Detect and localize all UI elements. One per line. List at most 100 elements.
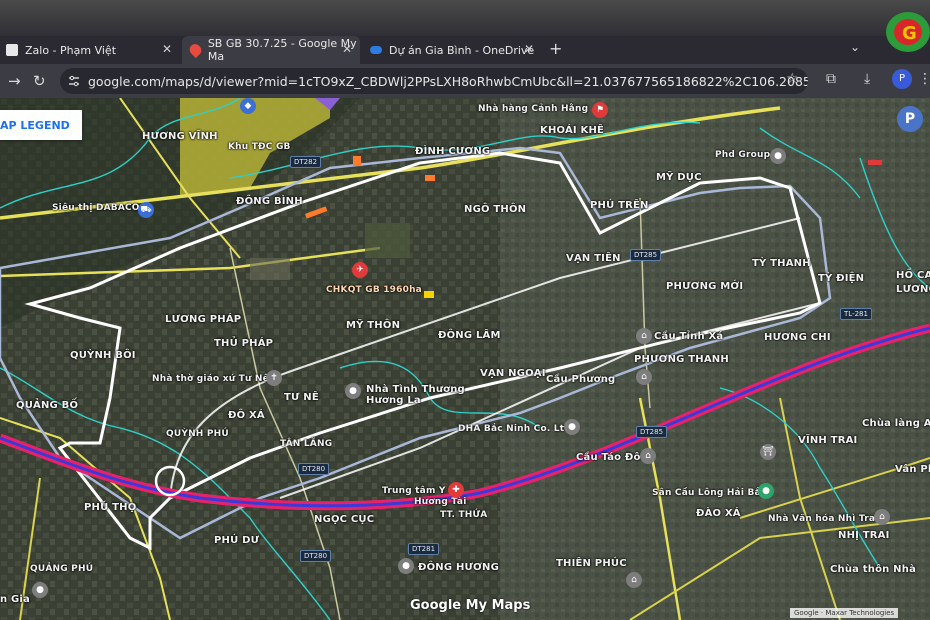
map-viewport[interactable]: AP LEGEND P HƯƠNG VĨNH Khu TĐC GB ĐÌNH C… [0,98,930,620]
new-tab-button[interactable]: + [549,39,562,58]
svg-text:G: G [902,23,917,44]
close-icon[interactable]: ✕ [342,42,352,56]
map-label: Cầu Phương [546,374,616,385]
google-my-maps-logo: Google My Maps [410,598,531,613]
road-shield: DT281 [408,543,440,555]
map-label: Vân Ph [895,464,930,475]
road-shield: DT285 [636,426,668,438]
map-label: Sân Cầu Lông Hải Bắc [652,488,767,498]
map-label: ĐÔNG LÂM [438,330,501,341]
restaurant-icon[interactable]: ⚑ [592,102,608,118]
map-label: TÂN LÃNG [280,439,333,449]
church-icon[interactable]: ✝ [266,370,282,386]
road-shield: TL-281 [840,308,872,320]
map-label: PHÚ TRÊN [590,200,649,211]
landmark-icon[interactable]: ⌂ [626,572,642,588]
landmark-icon[interactable]: ⌂ [636,369,652,385]
map-label: ĐÌNH CƯƠNG [415,146,491,157]
profile-avatar[interactable]: P [892,69,912,89]
zalo-icon [6,44,18,56]
url-text: google.com/maps/d/viewer?mid=1cTO9xZ_CBD… [88,73,808,89]
temple-icon[interactable]: ⛩ [760,444,776,460]
map-label: Khu TĐC GB [228,142,291,152]
map-label: DHA Bắc Ninh Co. Ltd [458,424,571,434]
tab-google-my-maps[interactable]: SB GB 30.7.25 - Google My Ma ✕ [182,36,360,64]
map-pin-icon[interactable]: ● [345,383,361,399]
reload-icon[interactable]: ↻ [33,72,46,90]
map-label: PHÚ THỌ [84,502,137,513]
site-settings-icon[interactable] [68,75,80,87]
tab-label: Dự án Gia Bình - OneDrive [389,43,535,57]
tab-search-icon[interactable]: ⌄ [850,40,860,54]
tab-onedrive[interactable]: Dự án Gia Bình - OneDrive ✕ [362,36,542,64]
map-label: THỦ PHÁP [214,338,274,349]
map-label: NGỌC CỤC [314,514,375,525]
back-icon[interactable]: → [8,72,21,90]
map-label: ĐÀO XÁ [696,508,741,519]
screenshot: Zalo - Phạm Việt ✕ SB GB 30.7.25 - Googl… [0,0,930,620]
map-label: HỒ CA [896,270,930,281]
sports-icon[interactable]: ● [758,483,774,499]
map-label: HƯƠNG CHI [764,332,831,343]
map-pin-icon[interactable]: ● [770,148,786,164]
bookmark-star-icon[interactable]: ☆ [786,71,799,87]
map-pin-icon[interactable]: ● [32,582,48,598]
map-label: Nhà Văn hóa Nhì Trai [768,514,879,524]
map-label: Siêu thị DABACO [52,203,140,213]
channel-logo: G [886,12,930,52]
menu-icon[interactable]: ⋮ [918,71,930,87]
landmark-icon[interactable]: ⌂ [640,448,656,464]
map-label: CHKQT GB 1960ha [326,285,422,295]
map-label: PHƯƠNG THANH [634,354,729,365]
map-pin-icon[interactable]: ● [564,419,580,435]
map-label: Chùa thôn Nhà [830,564,917,575]
map-label: HƯƠNG VĨNH [142,131,218,142]
map-legend-button[interactable]: AP LEGEND [0,110,82,140]
map-canvas [0,98,930,620]
close-icon[interactable]: ✕ [524,42,534,56]
address-bar[interactable]: google.com/maps/d/viewer?mid=1cTO9xZ_CBD… [60,68,808,94]
onedrive-icon [370,46,382,54]
map-label: LƯƠNG PHÁP [165,314,242,325]
map-label: Cầu Tỉnh Xá [654,331,724,342]
close-icon[interactable]: ✕ [162,42,172,56]
map-label: PHƯƠNG MỚI [666,281,744,292]
map-label: Nhà Tình Thương Hương La [366,384,465,406]
map-pin-icon[interactable]: ● [398,558,414,574]
shopping-icon[interactable]: ⛟ [138,202,154,218]
map-label: QUẢNG PHÚ [30,564,94,574]
hospital-icon[interactable]: ✚ [448,482,464,498]
map-label: TỲ THANH [752,258,811,269]
map-attribution: Google · Maxar Technologies [790,608,899,618]
road-shield: DT280 [298,463,330,475]
map-label: ĐÔNG BÌNH [236,196,303,207]
map-label: TỲ ĐIỆN [818,273,865,284]
landmark-icon[interactable]: ⌂ [874,509,890,525]
map-label: QUẢNG BỐ [16,400,79,411]
map-label: Hương Tài [414,497,467,507]
map-label: Nhà thờ giáo xứ Tư Nê [152,374,269,384]
map-label: VĨNH TRAI [798,435,858,446]
map-label: LƯƠNG [896,284,930,295]
map-label: QUỲNH BÔI [70,350,136,361]
map-label: VẠN NGOẠI [480,368,546,379]
map-label: TT. THỨA [440,510,488,520]
map-label: n Gia [0,594,30,605]
tab-zalo[interactable]: Zalo - Phạm Việt ✕ [0,36,180,64]
landmark-icon[interactable]: ⌂ [636,328,652,344]
map-label: NHỊ TRAI [838,530,890,541]
map-label: THIÊN PHÚC [556,558,627,569]
download-icon[interactable]: ⤓ [864,71,870,87]
map-label: KHOÁI KHÊ [540,125,605,136]
parking-icon[interactable]: P [897,106,923,132]
google-my-maps-icon [187,41,204,59]
airport-icon[interactable]: ✈ [352,262,368,278]
map-label: Phd Group [715,150,771,160]
window-top [0,0,930,36]
map-label: Chùa làng An N [862,418,930,429]
map-label: NGÔ THÔN [464,204,527,215]
extensions-icon[interactable]: ⧉ [826,71,836,87]
road-shield: DT280 [300,550,332,562]
road-shield: DT282 [290,156,322,168]
map-pin-icon[interactable]: ◆ [240,98,256,114]
